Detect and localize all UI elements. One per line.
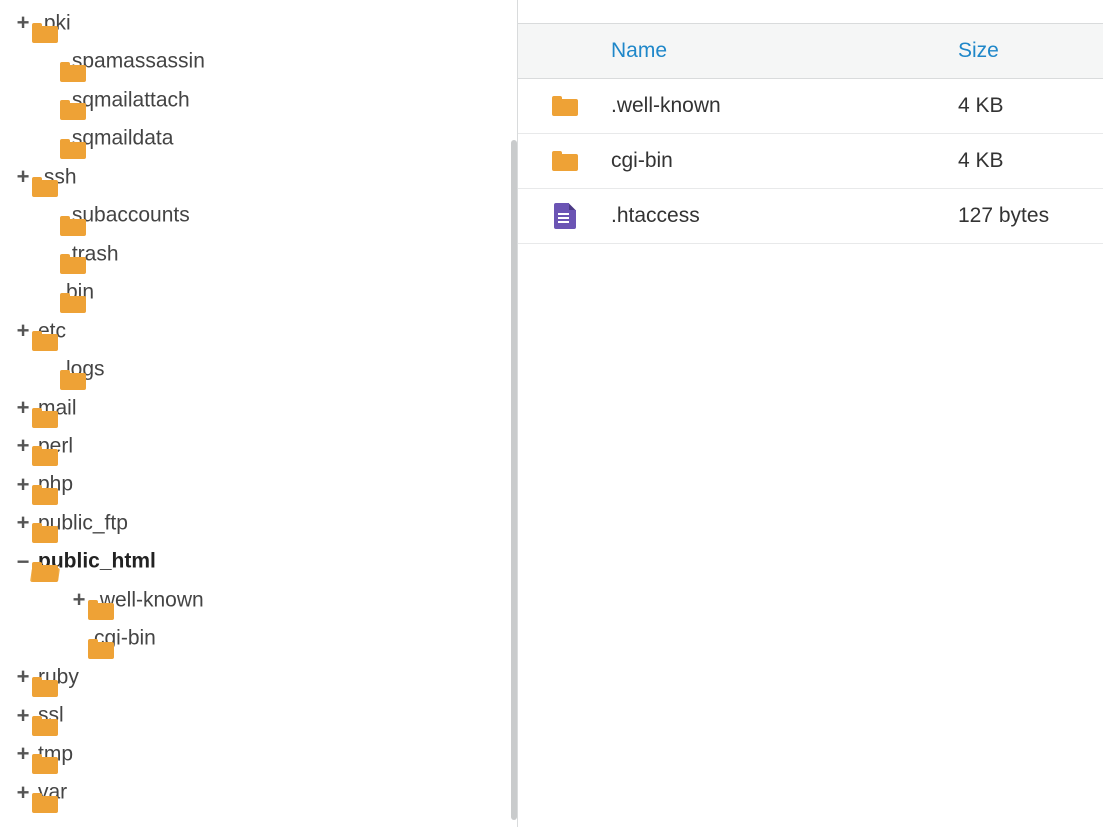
- expand-toggle[interactable]: +: [14, 735, 32, 773]
- expand-toggle[interactable]: +: [14, 312, 32, 350]
- table-header: Name Size: [518, 24, 1103, 79]
- tree-item[interactable]: +etc: [14, 312, 507, 350]
- table-row[interactable]: cgi-bin4 KB: [518, 134, 1103, 189]
- tree-item[interactable]: +.spamassassin: [14, 42, 507, 80]
- tree-item-label[interactable]: .spamassassin: [66, 50, 205, 73]
- table-body: .well-known4 KBcgi-bin4 KB.htaccess127 b…: [518, 79, 1103, 244]
- tree-item[interactable]: +mail: [14, 389, 507, 427]
- expand-toggle[interactable]: +: [14, 158, 32, 196]
- tree-item[interactable]: +php: [14, 465, 507, 503]
- column-header-size[interactable]: Size: [958, 39, 999, 63]
- toolbar-spacer: [518, 0, 1103, 24]
- expand-toggle[interactable]: +: [14, 774, 32, 812]
- table-row[interactable]: .htaccess127 bytes: [518, 189, 1103, 244]
- file-size: 4 KB: [958, 94, 1004, 118]
- tree-item[interactable]: +perl: [14, 427, 507, 465]
- tree-item[interactable]: +.well-known: [14, 581, 507, 619]
- expand-toggle[interactable]: +: [14, 697, 32, 735]
- file-name: .htaccess: [611, 204, 958, 228]
- expand-toggle[interactable]: +: [14, 4, 32, 42]
- tree-item[interactable]: +tmp: [14, 735, 507, 773]
- file-size: 127 bytes: [958, 204, 1049, 228]
- tree-item[interactable]: +.sqmaildata: [14, 119, 507, 157]
- expand-toggle[interactable]: +: [14, 389, 32, 427]
- tree-item[interactable]: −public_html: [14, 542, 507, 580]
- expand-toggle[interactable]: +: [70, 581, 88, 619]
- folder-icon-cell: [518, 151, 611, 171]
- expand-toggle[interactable]: +: [14, 466, 32, 504]
- tree-item[interactable]: +ssl: [14, 696, 507, 734]
- folder-tree-panel: +.pki+.spamassassin+.sqmailattach+.sqmai…: [0, 0, 507, 827]
- folder-icon: [552, 96, 578, 116]
- tree-item[interactable]: +cgi-bin: [14, 619, 507, 657]
- expand-toggle[interactable]: +: [14, 658, 32, 696]
- tree-item[interactable]: +.ssh: [14, 158, 507, 196]
- folder-icon: [552, 151, 578, 171]
- collapse-toggle[interactable]: −: [14, 543, 32, 581]
- pane-divider[interactable]: [507, 0, 517, 827]
- table-row[interactable]: .well-known4 KB: [518, 79, 1103, 134]
- tree-item[interactable]: +ruby: [14, 658, 507, 696]
- folder-tree: +.pki+.spamassassin+.sqmailattach+.sqmai…: [14, 4, 507, 812]
- file-icon-cell: [518, 203, 611, 229]
- tree-item[interactable]: +.trash: [14, 235, 507, 273]
- tree-item[interactable]: +var: [14, 773, 507, 811]
- tree-item[interactable]: +logs: [14, 350, 507, 388]
- file-manager: +.pki+.spamassassin+.sqmailattach+.sqmai…: [0, 0, 1103, 827]
- tree-item[interactable]: +.subaccounts: [14, 196, 507, 234]
- file-size: 4 KB: [958, 149, 1004, 173]
- file-list-panel: Name Size .well-known4 KBcgi-bin4 KB.hta…: [517, 0, 1103, 827]
- expand-toggle[interactable]: +: [14, 427, 32, 465]
- tree-item[interactable]: +.sqmailattach: [14, 81, 507, 119]
- tree-item[interactable]: +bin: [14, 273, 507, 311]
- tree-item[interactable]: +.pki: [14, 4, 507, 42]
- tree-item[interactable]: +public_ftp: [14, 504, 507, 542]
- file-icon: [554, 203, 576, 229]
- folder-icon-cell: [518, 96, 611, 116]
- file-name: cgi-bin: [611, 149, 958, 173]
- file-name: .well-known: [611, 94, 958, 118]
- expand-toggle[interactable]: +: [14, 504, 32, 542]
- column-header-name[interactable]: Name: [518, 39, 958, 63]
